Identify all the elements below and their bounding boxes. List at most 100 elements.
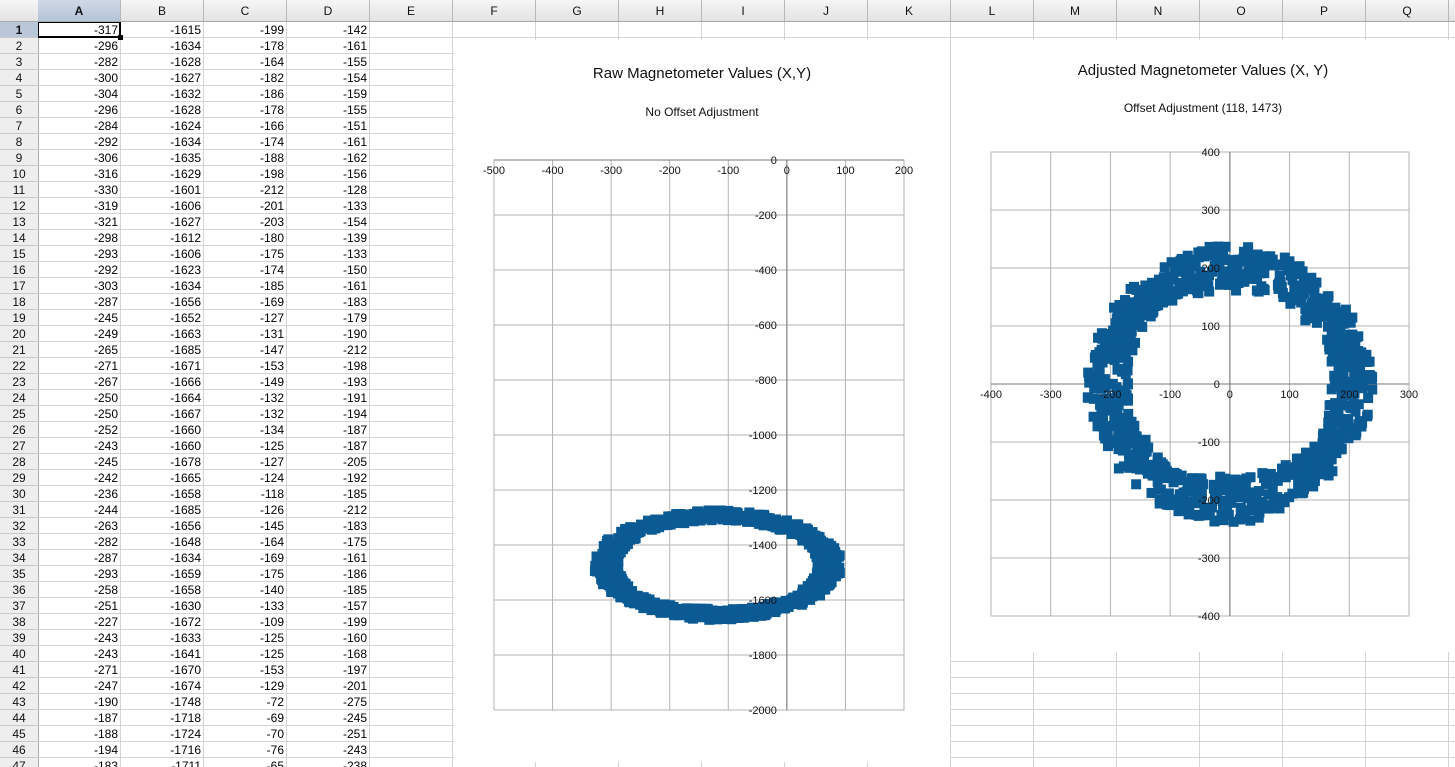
row-header[interactable]: 1 [0,22,38,38]
cell[interactable]: -1606 [121,198,204,214]
cell[interactable]: -154 [287,70,370,86]
cell[interactable]: -157 [287,598,370,614]
cell[interactable]: -1635 [121,150,204,166]
cell[interactable]: -282 [38,534,121,550]
cell[interactable]: -139 [287,230,370,246]
row-header[interactable]: 32 [0,518,38,534]
cell[interactable]: -1634 [121,134,204,150]
cell[interactable]: -212 [287,342,370,358]
cell[interactable]: -186 [287,566,370,582]
cell[interactable]: -293 [38,566,121,582]
cell[interactable]: -330 [38,182,121,198]
cell[interactable]: -298 [38,230,121,246]
cell[interactable]: -293 [38,246,121,262]
cell[interactable]: -76 [204,742,287,758]
cell[interactable]: -169 [204,294,287,310]
row-header[interactable]: 36 [0,582,38,598]
cell[interactable]: -238 [287,758,370,767]
cell[interactable]: -153 [204,662,287,678]
cell[interactable]: -185 [204,278,287,294]
cell[interactable]: -198 [287,358,370,374]
cell[interactable]: -1658 [121,486,204,502]
cell[interactable]: -182 [204,70,287,86]
row-header[interactable]: 21 [0,342,38,358]
row-header[interactable]: 8 [0,134,38,150]
cell[interactable]: -191 [287,390,370,406]
cell[interactable]: -205 [287,454,370,470]
cell[interactable]: -1656 [121,518,204,534]
row-header[interactable]: 23 [0,374,38,390]
row-header[interactable]: 38 [0,614,38,630]
cell[interactable]: -1641 [121,646,204,662]
column-header-l[interactable]: L [951,0,1034,21]
cell[interactable]: -247 [38,678,121,694]
cell[interactable]: -1623 [121,262,204,278]
row-header[interactable]: 26 [0,422,38,438]
cell[interactable]: -175 [204,246,287,262]
cell[interactable]: -190 [287,326,370,342]
cell[interactable]: -166 [204,118,287,134]
cell[interactable]: -159 [287,86,370,102]
cell[interactable]: -145 [204,518,287,534]
cell[interactable]: -132 [204,406,287,422]
cell[interactable]: -245 [38,310,121,326]
cell[interactable]: -149 [204,374,287,390]
column-header-i[interactable]: I [702,0,785,21]
cell[interactable]: -1659 [121,566,204,582]
column-header-d[interactable]: D [287,0,370,21]
cell[interactable]: -1678 [121,454,204,470]
cell[interactable]: -271 [38,662,121,678]
cell[interactable]: -155 [287,102,370,118]
row-header[interactable]: 15 [0,246,38,262]
cell[interactable]: -1718 [121,710,204,726]
cell[interactable]: -1628 [121,54,204,70]
cell[interactable]: -1667 [121,406,204,422]
column-header-n[interactable]: N [1117,0,1200,21]
cell[interactable]: -303 [38,278,121,294]
cell[interactable]: -251 [38,598,121,614]
cell[interactable]: -1672 [121,614,204,630]
column-header-m[interactable]: M [1034,0,1117,21]
column-header-p[interactable]: P [1283,0,1366,21]
cell[interactable]: -174 [204,262,287,278]
cell[interactable]: -1629 [121,166,204,182]
cell[interactable]: -245 [38,454,121,470]
cell[interactable]: -187 [287,438,370,454]
cell[interactable]: -185 [287,582,370,598]
row-header[interactable]: 45 [0,726,38,742]
cell[interactable]: -169 [204,550,287,566]
cell[interactable]: -175 [204,566,287,582]
cell[interactable]: -284 [38,118,121,134]
cell[interactable]: -180 [204,230,287,246]
cell[interactable]: -160 [287,630,370,646]
cell[interactable]: -194 [38,742,121,758]
cell[interactable]: -133 [287,198,370,214]
cell[interactable]: -164 [204,54,287,70]
cell[interactable]: -183 [38,758,121,767]
cell[interactable]: -1674 [121,678,204,694]
cell[interactable]: -187 [38,710,121,726]
row-header[interactable]: 14 [0,230,38,246]
cell[interactable]: -175 [287,534,370,550]
row-header[interactable]: 5 [0,86,38,102]
row-header[interactable]: 35 [0,566,38,582]
cell[interactable]: -127 [204,454,287,470]
cell[interactable]: -212 [204,182,287,198]
cell[interactable]: -1711 [121,758,204,767]
row-header[interactable]: 13 [0,214,38,230]
cell[interactable]: -1748 [121,694,204,710]
cell[interactable]: -1612 [121,230,204,246]
row-header[interactable]: 44 [0,710,38,726]
column-header-o[interactable]: O [1200,0,1283,21]
row-header[interactable]: 6 [0,102,38,118]
cell[interactable]: -296 [38,38,121,54]
row-header[interactable]: 31 [0,502,38,518]
row-header[interactable]: 16 [0,262,38,278]
cell[interactable]: -161 [287,134,370,150]
cell[interactable]: -300 [38,70,121,86]
cell[interactable]: -185 [287,486,370,502]
cell[interactable]: -154 [287,214,370,230]
cell[interactable]: -1632 [121,86,204,102]
row-header[interactable]: 40 [0,646,38,662]
row-header[interactable]: 46 [0,742,38,758]
